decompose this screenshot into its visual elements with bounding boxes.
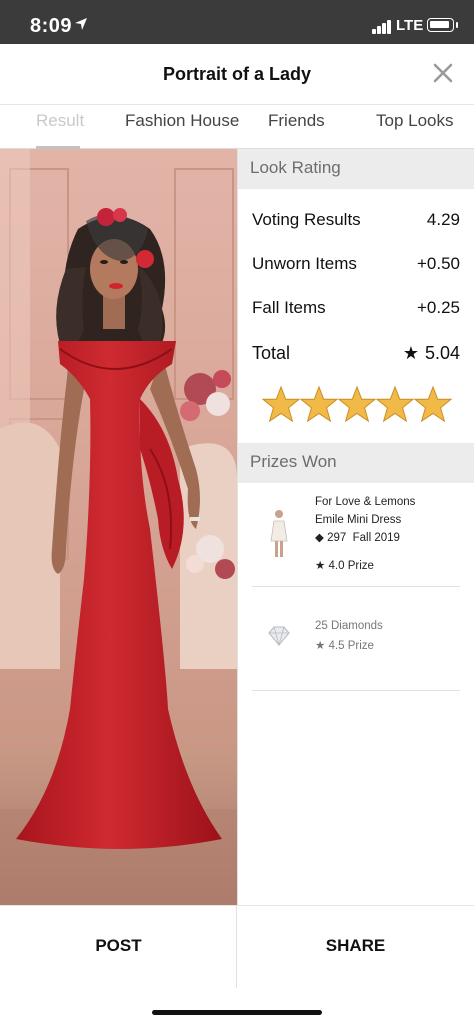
- prize-name-line1: For Love & Lemons: [315, 496, 416, 508]
- header: Portrait of a Lady: [0, 44, 474, 104]
- battery-icon: [427, 18, 458, 32]
- prize-price: 297: [327, 532, 347, 544]
- look-rating-header: Look Rating: [238, 149, 474, 189]
- tab-bar: Result Fashion House Friends Top Looks: [0, 104, 474, 149]
- prize-item[interactable]: For Love & Lemons Emile Mini Dress ◆ 297…: [252, 491, 460, 587]
- rating-value: 4.29: [426, 210, 460, 229]
- prize-price-season: ◆ 297 Fall 2019: [315, 529, 400, 547]
- tab-fashion-house[interactable]: Fashion House: [125, 111, 239, 131]
- prize-name-line1: 25 Diamonds: [315, 620, 383, 632]
- rating-panel: Look Rating Voting Results 4.29 Unworn I…: [237, 149, 474, 905]
- total-label: Total: [252, 343, 291, 363]
- prize-level: ★ 4.5 Prize: [315, 637, 374, 655]
- tab-result[interactable]: Result: [36, 111, 84, 131]
- status-time: 8:09: [30, 15, 73, 37]
- rating-row-voting: Voting Results 4.29: [252, 210, 460, 230]
- prizes-won-header: Prizes Won: [238, 443, 474, 483]
- prize-level: ★ 4.0 Prize: [315, 557, 374, 575]
- gold-star-icon: [376, 385, 414, 423]
- star-rating: [262, 385, 452, 425]
- prize-item[interactable]: 25 Diamonds ★ 4.5 Prize: [252, 611, 460, 671]
- rating-value: +0.50: [416, 254, 460, 273]
- prize-name-line2: Emile Mini Dress: [315, 514, 402, 526]
- gold-star-icon: [414, 385, 452, 423]
- rating-row-total: Total ★ 5.04: [252, 343, 460, 364]
- tab-friends[interactable]: Friends: [268, 111, 325, 131]
- home-indicator[interactable]: [152, 1010, 322, 1015]
- rating-row-fall: Fall Items +0.25: [252, 298, 460, 318]
- rating-value: +0.25: [416, 298, 460, 317]
- gold-star-icon: [262, 385, 300, 423]
- diamond-icon: ◆: [315, 532, 324, 544]
- location-arrow-icon: [75, 18, 87, 30]
- post-button[interactable]: POST: [0, 906, 237, 988]
- rating-label: Unworn Items: [252, 254, 357, 273]
- star-icon: ★: [315, 560, 326, 572]
- divider: [252, 586, 460, 587]
- share-button[interactable]: SHARE: [237, 906, 474, 988]
- network-label: LTE: [396, 17, 424, 34]
- rating-label: Fall Items: [252, 298, 326, 317]
- gold-star-icon: [338, 385, 376, 423]
- rating-row-unworn: Unworn Items +0.50: [252, 254, 460, 274]
- star-icon: ★: [402, 343, 419, 363]
- total-value: 5.04: [424, 343, 460, 363]
- prize-level-text: 4.5 Prize: [328, 640, 374, 652]
- outfit-image: [0, 149, 237, 905]
- rating-label: Voting Results: [252, 210, 361, 229]
- model-illustration: [0, 149, 237, 905]
- prize-level-text: 4.0 Prize: [328, 560, 374, 572]
- action-bar: POST SHARE: [0, 905, 474, 988]
- gold-star-icon: [300, 385, 338, 423]
- dress-icon: [270, 510, 288, 557]
- prize-season: Fall 2019: [352, 532, 400, 544]
- diamond-icon: [268, 626, 290, 647]
- tab-top-looks[interactable]: Top Looks: [376, 111, 454, 131]
- total-value-group: ★ 5.04: [403, 343, 460, 364]
- divider: [252, 690, 460, 691]
- star-icon: ★: [315, 640, 326, 652]
- page-title: Portrait of a Lady: [162, 64, 312, 84]
- status-bar: 8:09 LTE: [0, 0, 474, 44]
- close-icon[interactable]: [430, 60, 456, 86]
- signal-icon: [372, 20, 394, 34]
